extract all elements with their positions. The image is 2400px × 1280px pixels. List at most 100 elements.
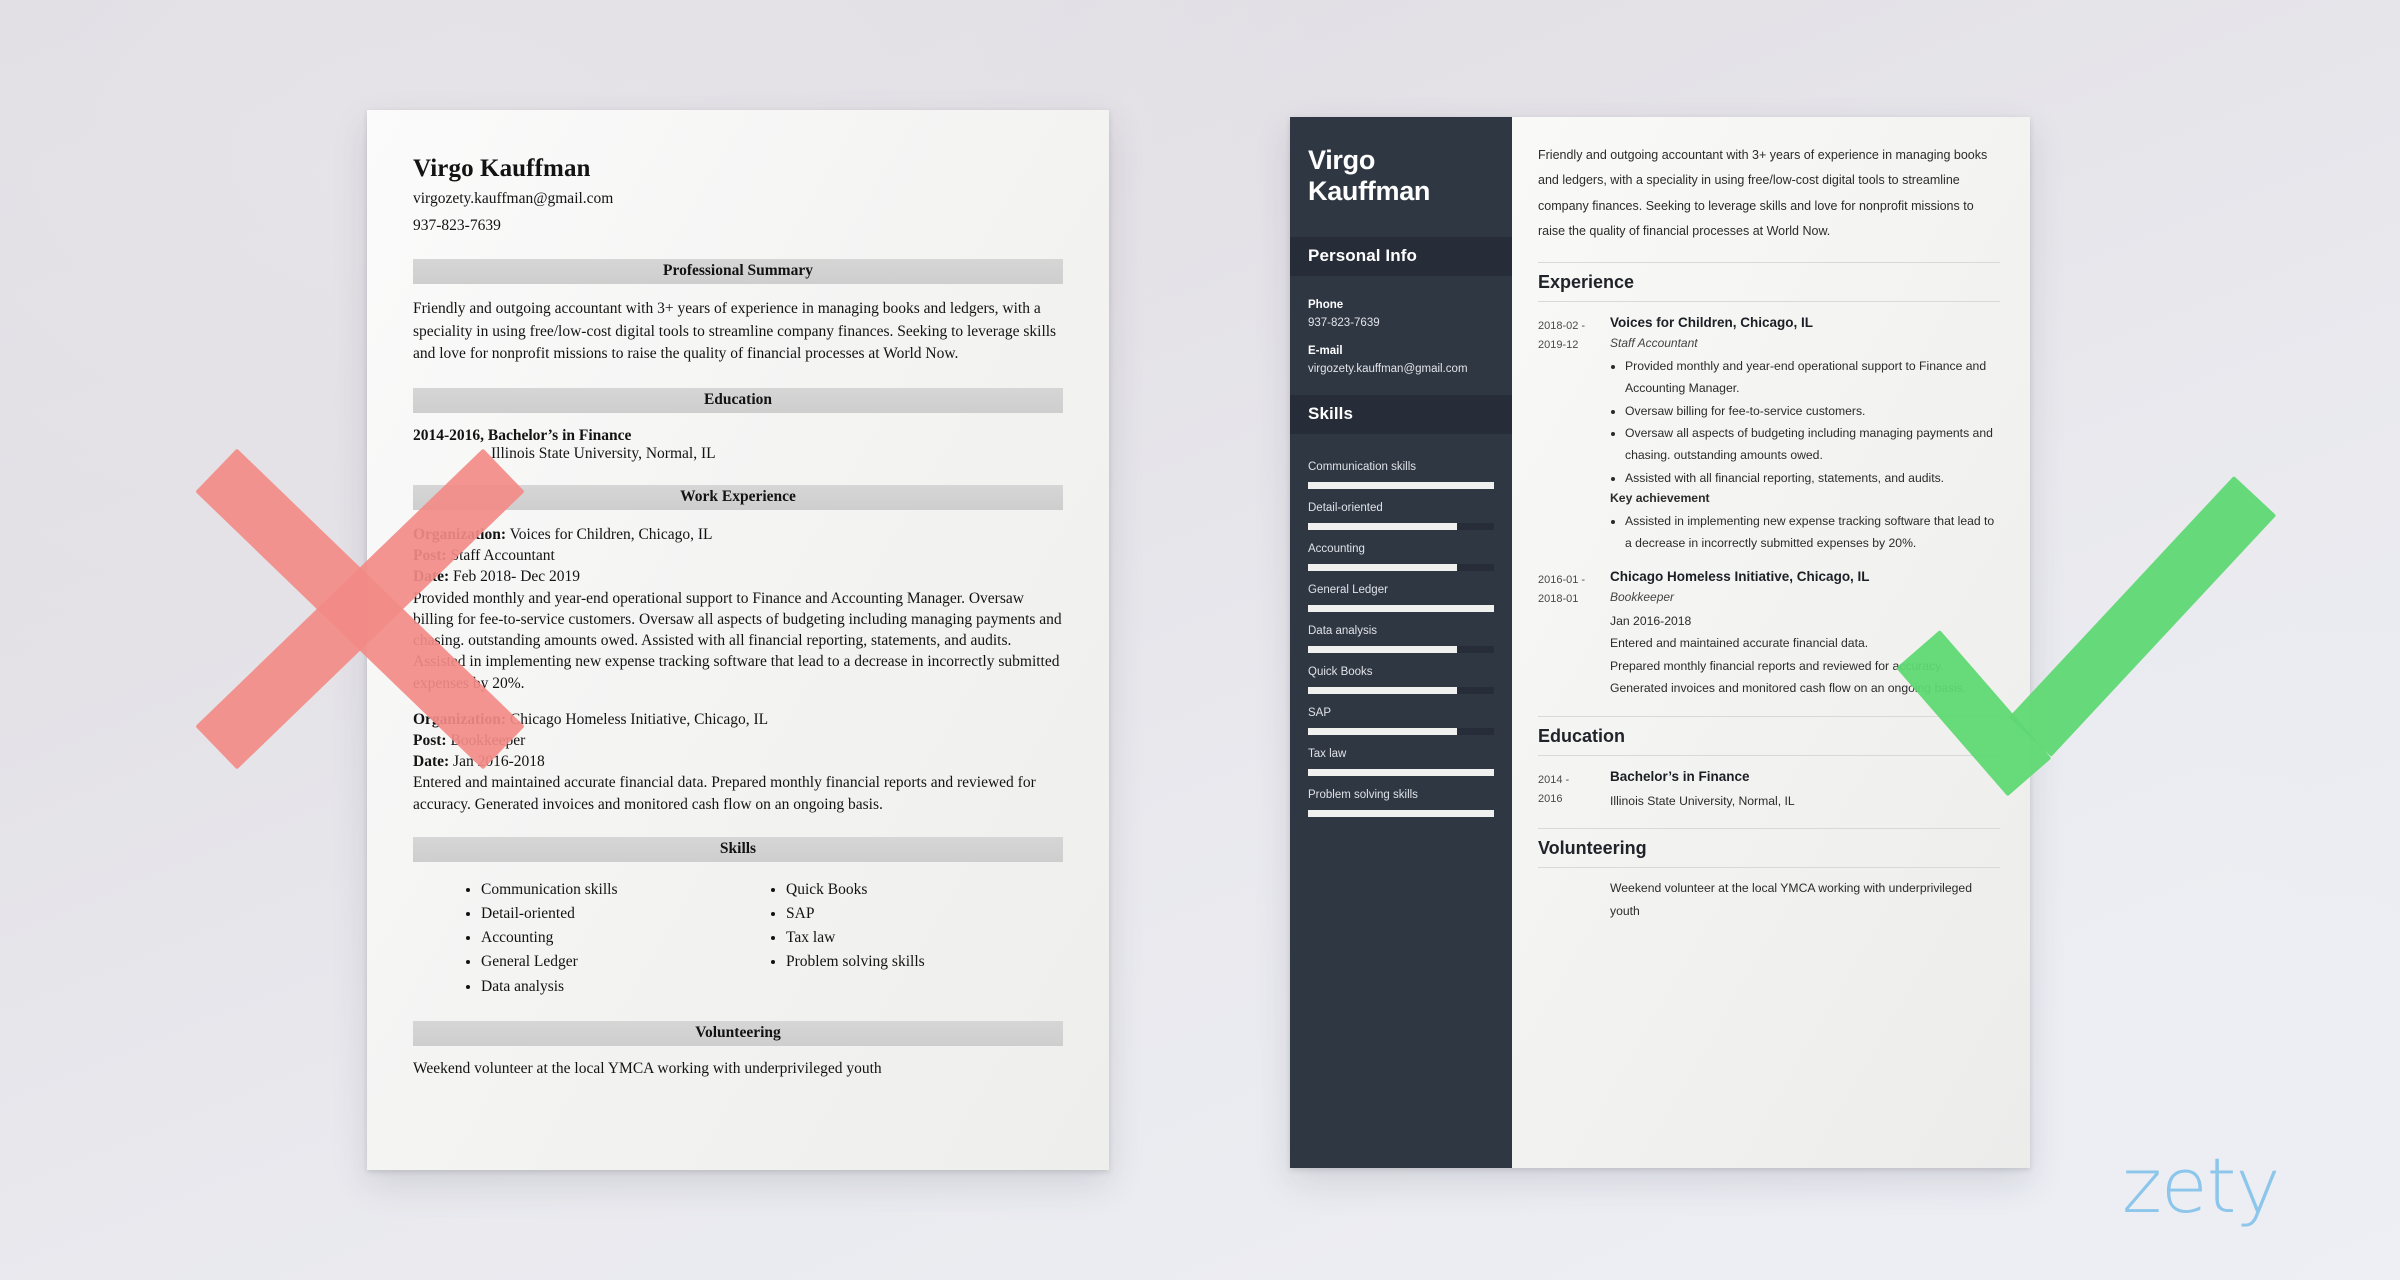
skill-level-fill <box>1308 522 1457 530</box>
experience-entry: 2018-02 - 2019-12 Voices for Children, C… <box>1538 315 2000 555</box>
list-item: Communication skills <box>481 878 738 902</box>
experience-entry-title: Chicago Homeless Initiative, Chicago, IL <box>1610 568 1870 584</box>
bad-job-description: Entered and maintained accurate financia… <box>413 774 1036 813</box>
bad-skills-column-2: Quick Books SAP Tax law Problem solving … <box>738 878 1043 999</box>
bad-job-date-label: Date: <box>413 753 450 771</box>
experience-entry-dates: 2018-02 - 2019-12 <box>1538 315 1610 555</box>
list-item: Provided monthly and year-end operationa… <box>1625 355 2000 400</box>
date-from: 2016-01 - <box>1538 573 1586 586</box>
skill-level-bar <box>1308 604 1494 612</box>
skill-level-fill <box>1308 563 1457 571</box>
skill-level-bar <box>1308 645 1494 653</box>
good-resume-name: Virgo Kauffman <box>1290 117 1512 237</box>
good-summary-text: Friendly and outgoing accountant with 3+… <box>1538 148 1988 238</box>
education-entry-dates: 2014 - 2016 <box>1538 769 1610 813</box>
good-section-volunteering-heading: Volunteering <box>1538 828 2000 869</box>
skill-name: General Ledger <box>1308 583 1388 596</box>
skill-level-bar <box>1308 768 1494 776</box>
date-to: 2018-01 <box>1538 592 1579 605</box>
skill-row: Detail-oriented <box>1308 502 1494 530</box>
skill-name: Data analysis <box>1308 624 1378 637</box>
bad-resume-document: Virgo Kauffman virgozety.kauffman@gmail.… <box>367 110 1109 1170</box>
skill-level-fill <box>1308 604 1494 612</box>
skill-row: Data analysis <box>1308 625 1494 653</box>
bad-job-date-label: Date: <box>413 568 450 586</box>
skill-level-bar <box>1308 522 1494 530</box>
skill-name: Accounting <box>1308 542 1365 555</box>
bad-skills-columns: Communication skills Detail-oriented Acc… <box>413 878 1063 999</box>
bad-skills-column-1: Communication skills Detail-oriented Acc… <box>433 878 738 999</box>
sidebar-heading-personal-info: Personal Info <box>1290 236 1512 276</box>
experience-entry-bullets: Provided monthly and year-end operationa… <box>1610 355 2000 489</box>
experience-entry-line: Jan 2016-2018 <box>1610 613 1692 628</box>
skill-name: Communication skills <box>1308 460 1417 473</box>
skill-name: SAP <box>1308 706 1332 719</box>
list-item: Problem solving skills <box>786 950 1043 974</box>
skill-row: Accounting <box>1308 543 1494 571</box>
bad-job-post: Staff Accountant <box>450 547 555 565</box>
experience-entry-line: Entered and maintained accurate financia… <box>1610 636 1869 651</box>
experience-entry-role: Bookkeeper <box>1610 589 1675 604</box>
skill-name: Tax law <box>1308 747 1347 760</box>
bad-section-education-heading: Education <box>413 387 1063 413</box>
good-section-education-heading: Education <box>1538 715 2000 756</box>
key-achievement-bullets: Assisted in implementing new expense tra… <box>1610 510 2000 555</box>
list-item: SAP <box>786 902 1043 926</box>
bad-job-organization-label: Organization: <box>413 710 506 728</box>
experience-entry-role: Staff Accountant <box>1610 336 1698 350</box>
skill-row: Tax law <box>1308 748 1494 776</box>
list-item: Data analysis <box>481 975 738 999</box>
skill-level-fill <box>1308 645 1457 653</box>
bad-job-entry: Organization: Voices for Children, Chica… <box>413 524 1063 694</box>
skill-row: Quick Books <box>1308 666 1494 694</box>
bad-summary-text: Friendly and outgoing accountant with 3+… <box>413 300 1057 363</box>
list-item: Oversaw billing for fee-to-service custo… <box>1625 400 2000 422</box>
phone-label: Phone <box>1308 298 1344 311</box>
bad-job-post: Bookkeeper <box>450 731 526 749</box>
key-achievement-label: Key achievement <box>1610 490 1710 505</box>
good-section-experience-heading: Experience <box>1538 262 2000 302</box>
bad-education-line: 2014-2016, Bachelor’s in Finance <box>413 426 632 444</box>
bad-section-volunteering-heading: Volunteering <box>413 1020 1063 1046</box>
experience-entry-dates: 2016-01 - 2018-01 <box>1538 569 1610 700</box>
list-item: Assisted in implementing new expense tra… <box>1625 510 2000 555</box>
skill-level-fill <box>1308 809 1494 817</box>
education-entry-title: Bachelor’s in Finance <box>1610 768 1750 784</box>
bad-job-organization: Chicago Homeless Initiative, Chicago, IL <box>509 710 769 728</box>
skill-level-bar <box>1308 481 1494 489</box>
bad-resume-name: Virgo Kauffman <box>413 155 591 182</box>
date-from: 2018-02 - <box>1538 320 1586 332</box>
skill-row: Problem solving skills <box>1308 789 1494 817</box>
sidebar-skills-list: Communication skills Detail-oriented Accou… <box>1290 434 1512 817</box>
skill-level-fill <box>1308 481 1494 489</box>
good-resume-name-line2: Kauffman <box>1308 175 1431 206</box>
bad-section-skills-heading: Skills <box>413 836 1063 862</box>
bad-job-date: Feb 2018- Dec 2019 <box>453 568 581 586</box>
skill-name: Problem solving skills <box>1308 788 1418 801</box>
good-resume-name-line1: Virgo <box>1308 145 1376 175</box>
phone-value: 937-823-7639 <box>1308 316 1380 329</box>
bad-job-organization-label: Organization: <box>413 525 506 543</box>
sidebar-personal-info-body: Phone 937-823-7639 E-mail virgozety.kauf… <box>1290 276 1512 375</box>
zety-logo: zety <box>2122 1141 2280 1230</box>
skill-level-bar <box>1308 727 1494 735</box>
bad-resume-phone: 937-823-7639 <box>413 217 501 234</box>
bad-education-school: Illinois State University, Normal, IL <box>491 444 716 462</box>
date-from: 2014 - <box>1538 773 1570 786</box>
list-item: General Ledger <box>481 950 738 974</box>
experience-entry-line: Generated invoices and monitored cash fl… <box>1610 681 1967 696</box>
bad-resume-email: virgozety.kauffman@gmail.com <box>413 190 614 207</box>
date-to: 2019-12 <box>1538 338 1579 351</box>
bad-job-organization: Voices for Children, Chicago, IL <box>509 525 713 543</box>
experience-entry-line: Prepared monthly financial reports and r… <box>1610 658 1944 673</box>
skill-level-fill <box>1308 727 1457 735</box>
bad-job-date: Jan 2016-2018 <box>453 753 545 771</box>
skill-name: Quick Books <box>1308 665 1373 678</box>
sidebar-heading-skills: Skills <box>1290 394 1512 434</box>
bad-job-post-label: Post: <box>413 547 447 565</box>
email-label: E-mail <box>1308 344 1343 357</box>
education-entry-school: Illinois State University, Normal, IL <box>1610 793 1795 808</box>
bad-job-entry: Organization: Chicago Homeless Initiativ… <box>413 709 1063 815</box>
skill-level-bar <box>1308 809 1494 817</box>
list-item: Accounting <box>481 926 738 950</box>
